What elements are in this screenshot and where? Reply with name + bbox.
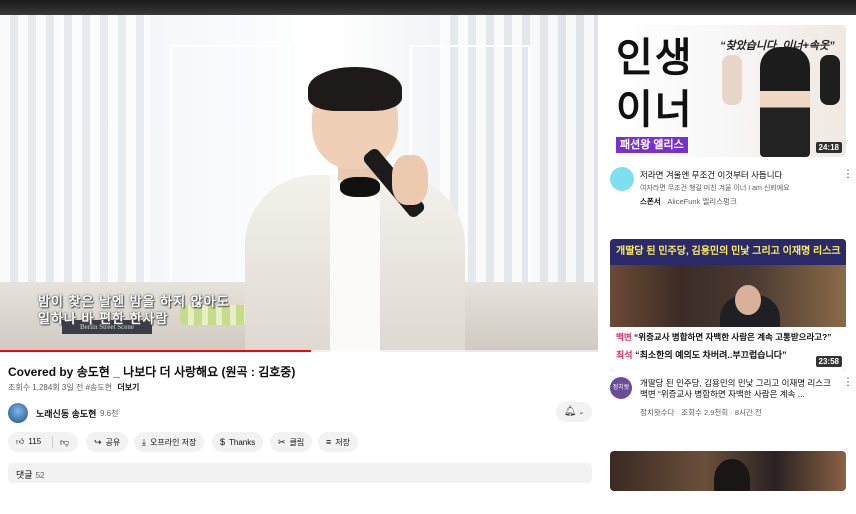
recommendations-sidebar: 인생 이너 “찾았습니다..이너+속옷” 패션왕 엘리스 24:18 저라면 겨… bbox=[600, 15, 856, 514]
thumb-headline: 개딸당 된 민주당, 김용민의 민낯 그리고 이재명 리스크 bbox=[610, 239, 846, 265]
ad-product bbox=[820, 55, 840, 105]
offline-save-label: 오프라인 저장 bbox=[149, 438, 197, 447]
browser-top-bar bbox=[0, 0, 856, 15]
like-button[interactable]: 👍︎ 115 bbox=[16, 432, 41, 452]
video-player[interactable]: Berlin Street Scene 밤이 찾은 날엔 밤을 하지 않아도 일… bbox=[0, 15, 598, 352]
comments-teaser[interactable]: 댓글 52 bbox=[8, 463, 592, 483]
thumb-caption-2: 최석 “최소한의 예의도 차버려..부끄럽습니다” bbox=[610, 347, 846, 363]
save-label: 저장 bbox=[335, 438, 350, 447]
singer-hair bbox=[308, 67, 402, 111]
bow-tie bbox=[340, 177, 380, 197]
share-label: 공유 bbox=[105, 438, 121, 447]
ad-thumbnail[interactable]: 인생 이너 “찾았습니다..이너+속옷” 패션왕 엘리스 24:18 bbox=[610, 25, 846, 157]
ad-model bbox=[760, 47, 810, 157]
more-options-icon[interactable]: ⋮ bbox=[843, 169, 853, 180]
thumbs-down-icon: 👎︎ bbox=[60, 437, 70, 447]
save-button[interactable]: ≡ 저장 bbox=[318, 432, 358, 452]
duration-badge: 23:58 bbox=[815, 356, 842, 367]
clip-label: 클립 bbox=[289, 438, 305, 447]
comments-count: 52 bbox=[35, 471, 45, 480]
ad-thumb-brand: 패션왕 엘리스 bbox=[616, 137, 688, 153]
like-dislike-group: 👍︎ 115 👎︎ bbox=[8, 432, 78, 452]
bell-icon: 🔔︎ bbox=[563, 406, 577, 417]
recommended-video-meta: 정치왓수다 · 조회수 2.9천회 · 8시간 전 bbox=[640, 408, 762, 417]
clip-button[interactable]: ✂ 클립 bbox=[270, 432, 313, 452]
divider bbox=[52, 436, 53, 448]
dislike-button[interactable]: 👎︎ bbox=[60, 432, 69, 452]
thumb-face bbox=[735, 285, 761, 315]
thumbs-up-icon: 👍︎ bbox=[16, 437, 25, 446]
singer-hand bbox=[392, 155, 428, 205]
caption-1-text: “위증교사 병합하면 자백한 사람은 계속 고통받으라고?” bbox=[634, 332, 832, 342]
watch-page: Berlin Street Scene 밤이 찾은 날엔 밤을 하지 않아도 일… bbox=[0, 15, 856, 514]
duration-badge: 24:18 bbox=[815, 142, 842, 153]
channel-avatar[interactable]: 정치왓수다 bbox=[610, 377, 632, 413]
recommended-video-title[interactable]: 개딸당 된 민주당, 김용민의 민낯 그리고 이재명 리스크 백변 “위증교사 … bbox=[640, 378, 836, 400]
thanks-button[interactable]: $ Thanks bbox=[212, 432, 264, 452]
video-thumbnail[interactable] bbox=[610, 451, 846, 491]
hashtag[interactable]: #송도현 bbox=[86, 383, 113, 392]
view-count: 조회수 1,284회 bbox=[8, 383, 60, 392]
progress-bar[interactable] bbox=[0, 350, 598, 352]
notification-bell-button[interactable]: 🔔︎ ⌄ bbox=[556, 402, 592, 422]
chevron-down-icon: ⌄ bbox=[578, 409, 585, 416]
like-count: 115 bbox=[28, 437, 42, 446]
channel-avatar[interactable] bbox=[8, 403, 28, 423]
ad-product bbox=[722, 55, 742, 105]
scissors-icon: ✂ bbox=[278, 437, 286, 447]
comments-label: 댓글 bbox=[16, 470, 33, 480]
share-icon: ↪ bbox=[94, 437, 102, 447]
channel-name[interactable]: 노래신동 송도현 bbox=[36, 407, 96, 420]
super-thanks-icon: $ bbox=[220, 437, 226, 447]
more-options-icon[interactable]: ⋮ bbox=[843, 377, 853, 388]
offline-save-button[interactable]: ⤓ 오프라인 저장 bbox=[134, 432, 205, 452]
ad-thumb-text-1: 인생 bbox=[616, 35, 694, 81]
subscriber-count: 9.6천 bbox=[100, 409, 119, 418]
ad-description: 여자라면 무조건 챙길 미친 겨울 이너 I am 신뢰에요 bbox=[640, 185, 790, 192]
ad-title[interactable]: 저라면 겨울엔 무조건 이것부터 사듭니다 bbox=[640, 169, 782, 181]
share-button[interactable]: ↪ 공유 bbox=[86, 432, 129, 452]
thumb-caption-1: 백변 “위증교사 병합하면 자백한 사람은 계속 고통받으라고?” bbox=[610, 327, 846, 347]
subtitle-line-2: 일하나 바 편한 한사람 bbox=[38, 311, 169, 326]
channel-name[interactable]: 정치왓수다 bbox=[640, 408, 675, 417]
sponsor-name: AliceFunk 엘리스펑크 bbox=[667, 197, 737, 206]
video-title: Covered by 송도현 _ 나보다 더 사랑해요 (원곡 : 김호중) bbox=[8, 365, 296, 379]
caption-2-prefix: 최석 bbox=[616, 350, 633, 360]
download-icon: ⤓ bbox=[142, 437, 146, 447]
caption-1-prefix: 백변 bbox=[616, 332, 632, 342]
video-stats: 조회수 1,284회 3일 전 #송도현 더보기 bbox=[8, 382, 139, 393]
ad-thumb-text-2: 이너 bbox=[616, 87, 694, 133]
upload-age: 8시간 전 bbox=[734, 408, 762, 417]
video-thumbnail[interactable]: 개딸당 된 민주당, 김용민의 민낯 그리고 이재명 리스크 백변 “위증교사 … bbox=[610, 239, 846, 371]
thanks-label: Thanks bbox=[229, 438, 256, 447]
ad-sponsor-line: 스폰서 · AliceFunk 엘리스펑크 bbox=[640, 197, 737, 206]
progress-fill bbox=[0, 350, 311, 352]
upload-age: 3일 전 bbox=[61, 383, 84, 392]
advertiser-avatar[interactable] bbox=[610, 167, 634, 191]
view-count: 조회수 2.9천회 bbox=[681, 408, 729, 417]
thumb-photo bbox=[610, 265, 846, 353]
more-button[interactable]: 더보기 bbox=[117, 383, 139, 392]
thumb-footer bbox=[610, 363, 846, 371]
singer-shirt bbox=[330, 175, 380, 352]
thumb-person bbox=[714, 459, 750, 491]
sponsor-label: 스폰서 bbox=[640, 197, 661, 206]
caption-2-text: “최소한의 예의도 차버려..부끄럽습니다” bbox=[635, 350, 787, 360]
playlist-add-icon: ≡ bbox=[326, 437, 332, 447]
